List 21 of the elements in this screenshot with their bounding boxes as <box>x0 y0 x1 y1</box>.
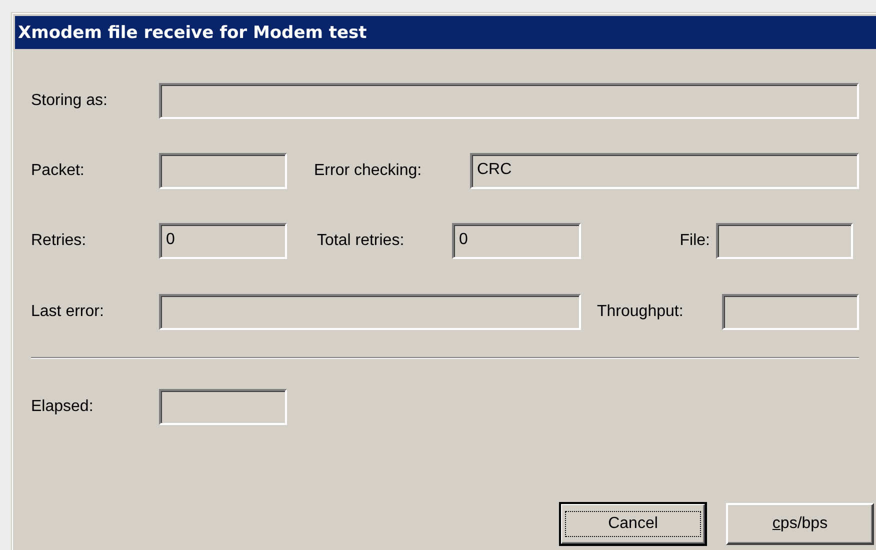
field-label: Retries: <box>31 232 88 250</box>
input-field[interactable] <box>159 294 581 330</box>
field-label: File: <box>678 232 711 250</box>
input-field[interactable] <box>716 223 853 259</box>
field-label: Error checking: <box>314 162 423 180</box>
field-label: Throughput: <box>597 303 684 321</box>
input-field[interactable] <box>159 83 859 119</box>
input-field[interactable] <box>159 389 287 425</box>
window-title: Xmodem file receive for Modem test <box>15 16 876 49</box>
input-field[interactable]: 0 <box>452 223 581 259</box>
field-label: Last error: <box>31 303 105 321</box>
input-field[interactable] <box>159 153 287 189</box>
cancel-button[interactable]: Cancel <box>560 503 706 545</box>
input-field[interactable]: 0 <box>159 223 287 259</box>
field-label: Total retries: <box>317 232 406 250</box>
field-label: Elapsed: <box>31 398 94 416</box>
field-label: Packet: <box>31 162 86 180</box>
input-field[interactable] <box>722 294 859 330</box>
rate-toggle-button[interactable]: cps/bps <box>726 503 874 545</box>
field-label: Storing as: <box>31 92 108 110</box>
input-field[interactable]: CRC <box>470 153 859 189</box>
